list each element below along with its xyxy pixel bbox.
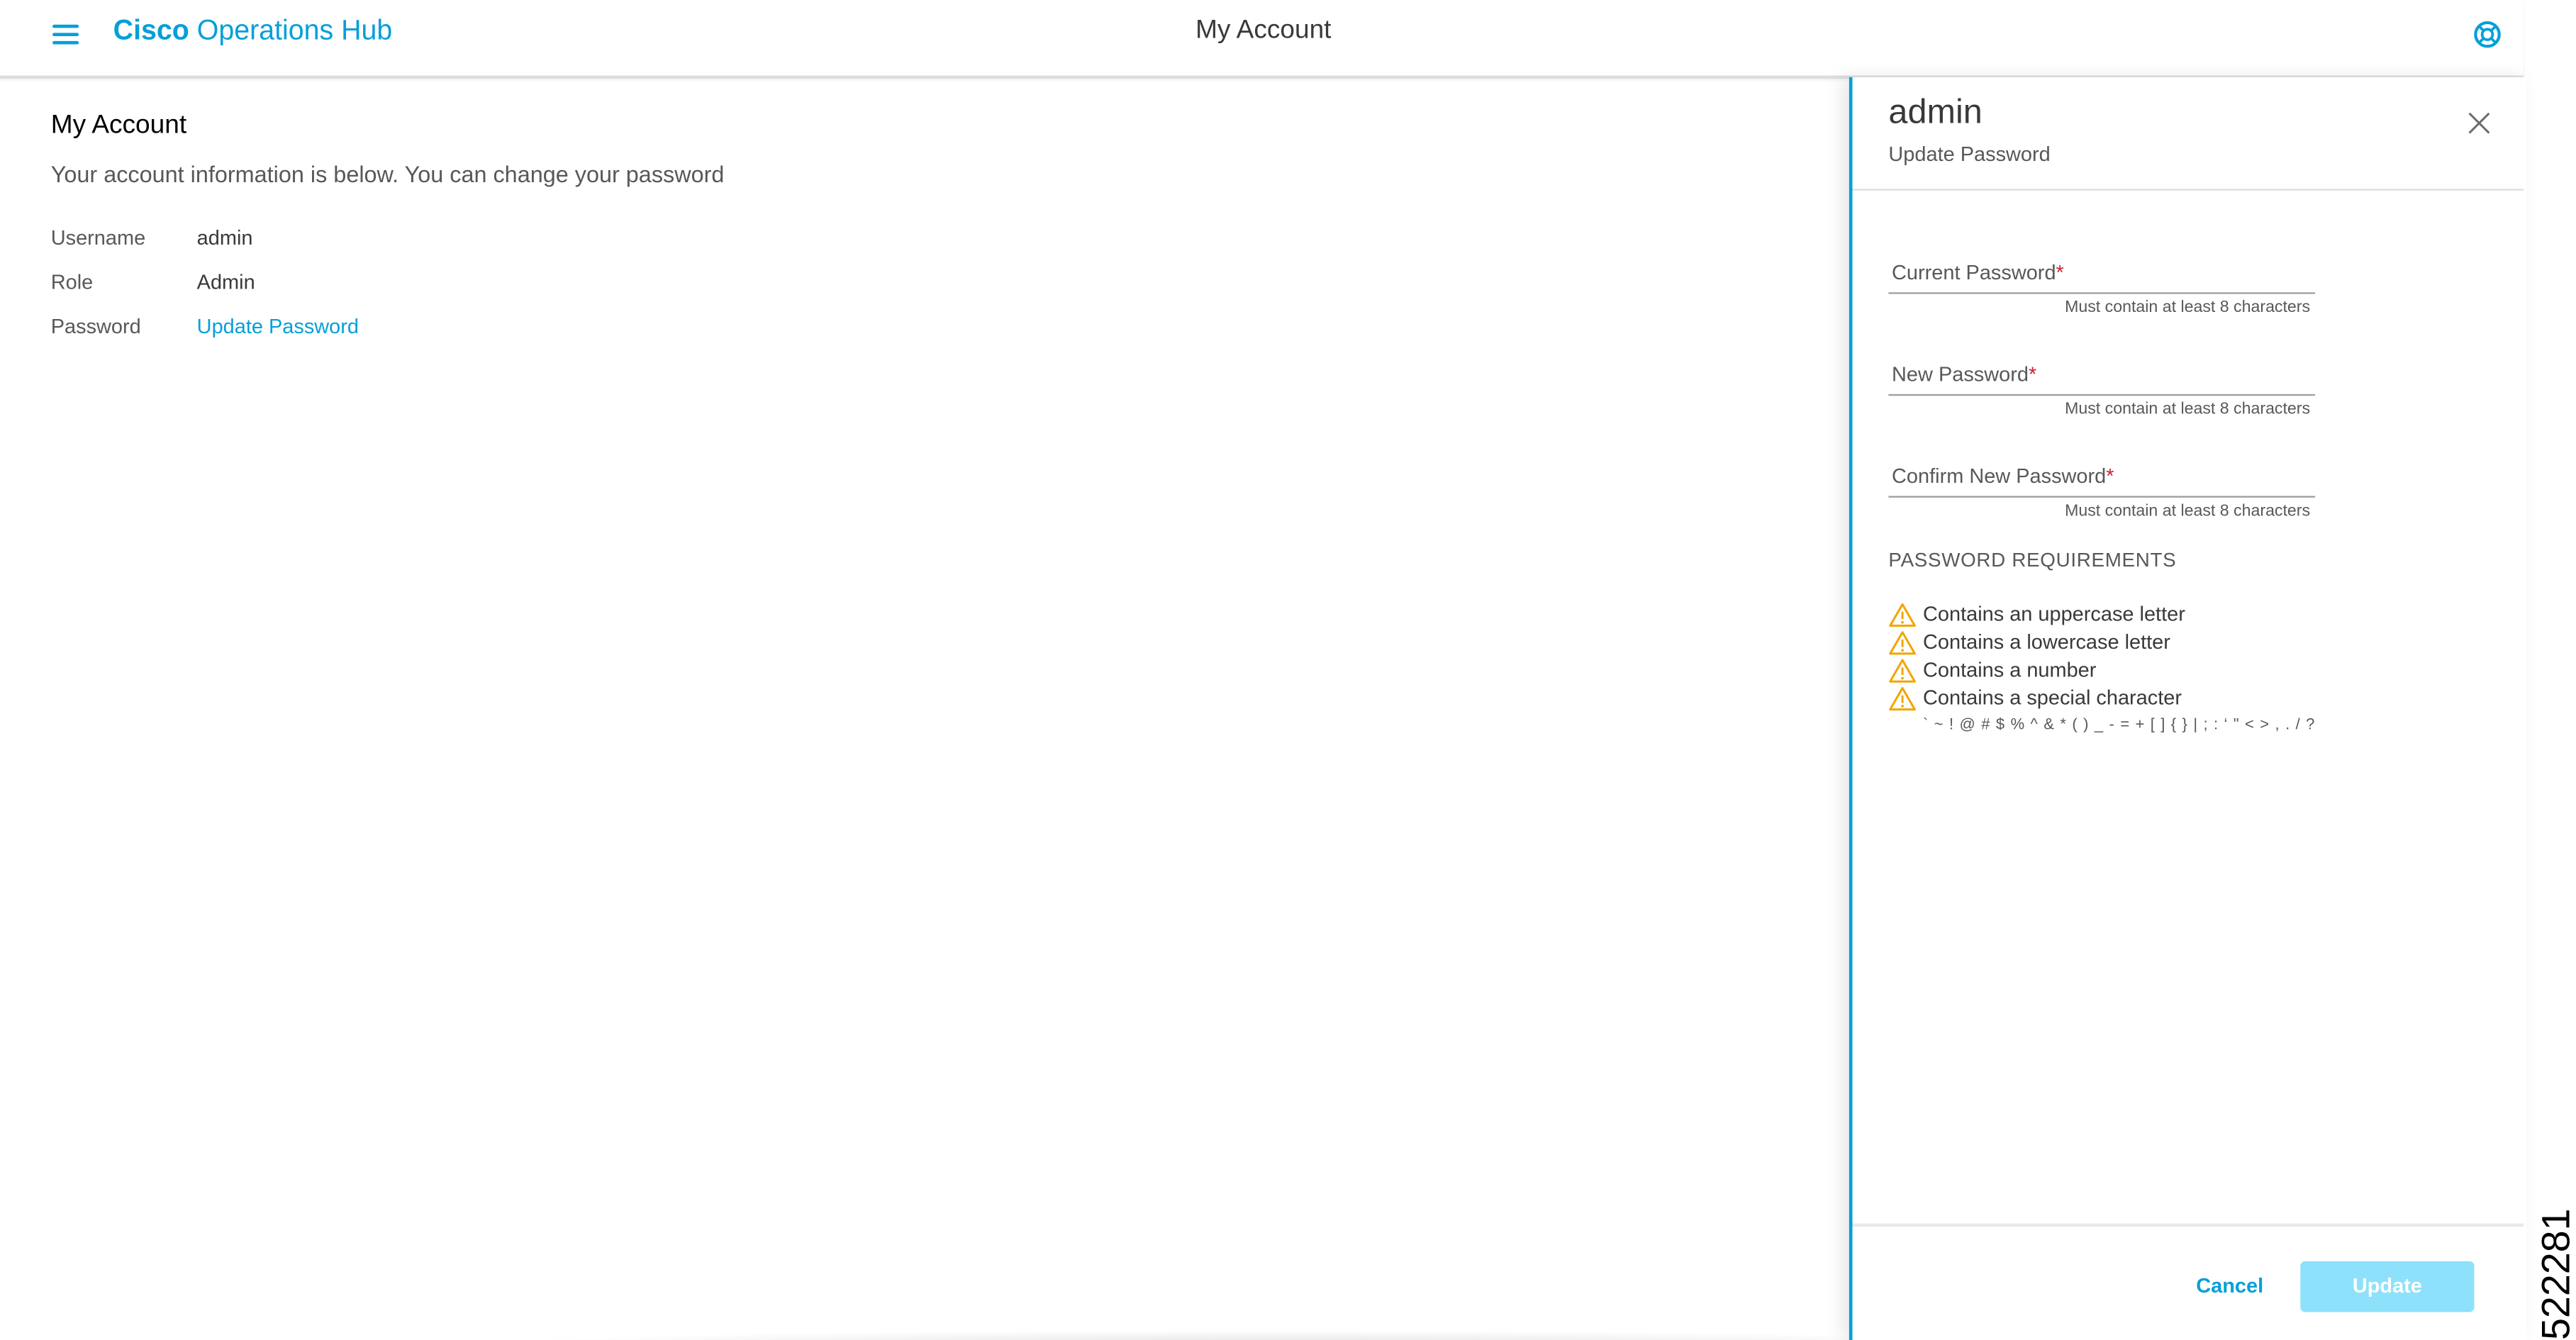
update-button[interactable]: Update xyxy=(2300,1261,2475,1312)
warning-triangle-icon xyxy=(1889,603,1916,627)
new-password-field: New Password* Must contain at least 8 ch… xyxy=(1888,362,2322,435)
page-canvas: Cisco Operations Hub My Account My Accou… xyxy=(0,0,2576,1340)
field-underline xyxy=(1888,292,2316,294)
info-value: admin xyxy=(196,226,253,250)
drawer-subtitle: Update Password xyxy=(1888,143,2051,166)
current-password-field: Current Password* Must contain at least … xyxy=(1888,261,2322,333)
brand-rest-text: Operations Hub xyxy=(196,14,393,46)
top-header: Cisco Operations Hub My Account xyxy=(0,0,2524,79)
field-underline xyxy=(1888,393,2316,396)
figure-number: 522281 xyxy=(2535,1208,2576,1340)
requirement-text: Contains an uppercase letter xyxy=(1923,603,2185,626)
new-password-input[interactable] xyxy=(1888,362,2322,396)
header-page-title: My Account xyxy=(1195,16,1332,45)
brand-bold-text: Cisco xyxy=(113,14,189,46)
special-characters-list: ` ~ ! @ # $ % ^ & * ( ) _ - = + [ ] { } … xyxy=(1923,715,2316,735)
help-lifebuoy-icon[interactable] xyxy=(2471,18,2504,50)
field-help-text: Must contain at least 8 characters xyxy=(2065,401,2311,419)
warning-triangle-icon xyxy=(1889,686,1916,711)
field-help-text: Must contain at least 8 characters xyxy=(2065,298,2311,318)
requirement-text: Contains a number xyxy=(1923,658,2097,682)
warning-triangle-icon xyxy=(1889,659,1916,683)
field-help-text: Must contain at least 8 characters xyxy=(2065,502,2311,521)
requirement-text: Contains a special character xyxy=(1923,686,2182,710)
bottom-shadow xyxy=(492,1330,2035,1340)
main-content: My Account Your account information is b… xyxy=(0,79,1848,1340)
confirm-password-field: Confirm New Password* Must contain at le… xyxy=(1888,464,2322,537)
drawer-footer-divider xyxy=(1852,1223,2524,1227)
page-description: Your account information is below. You c… xyxy=(50,160,725,188)
info-label: Password xyxy=(50,315,141,339)
confirm-password-input[interactable] xyxy=(1888,464,2322,498)
update-password-drawer: admin Update Password Current Password* … xyxy=(1849,77,2527,1340)
field-underline xyxy=(1888,496,2316,498)
close-icon[interactable] xyxy=(2466,110,2492,136)
requirement-text: Contains a lowercase letter xyxy=(1923,630,2170,654)
brand-logo-text[interactable]: Cisco Operations Hub xyxy=(113,15,393,48)
update-password-link[interactable]: Update Password xyxy=(197,316,359,338)
password-requirements-heading: PASSWORD REQUIREMENTS xyxy=(1888,548,2177,572)
info-value: Admin xyxy=(196,271,255,294)
info-label: Username xyxy=(50,226,146,250)
page-title: My Account xyxy=(50,111,187,140)
current-password-input[interactable] xyxy=(1888,261,2322,294)
cancel-button[interactable]: Cancel xyxy=(2184,1263,2276,1309)
warning-triangle-icon xyxy=(1889,631,1916,655)
drawer-divider xyxy=(1852,189,2524,191)
drawer-title: admin xyxy=(1888,94,1983,132)
hamburger-menu-icon[interactable] xyxy=(49,20,82,50)
info-label: Role xyxy=(50,271,94,294)
